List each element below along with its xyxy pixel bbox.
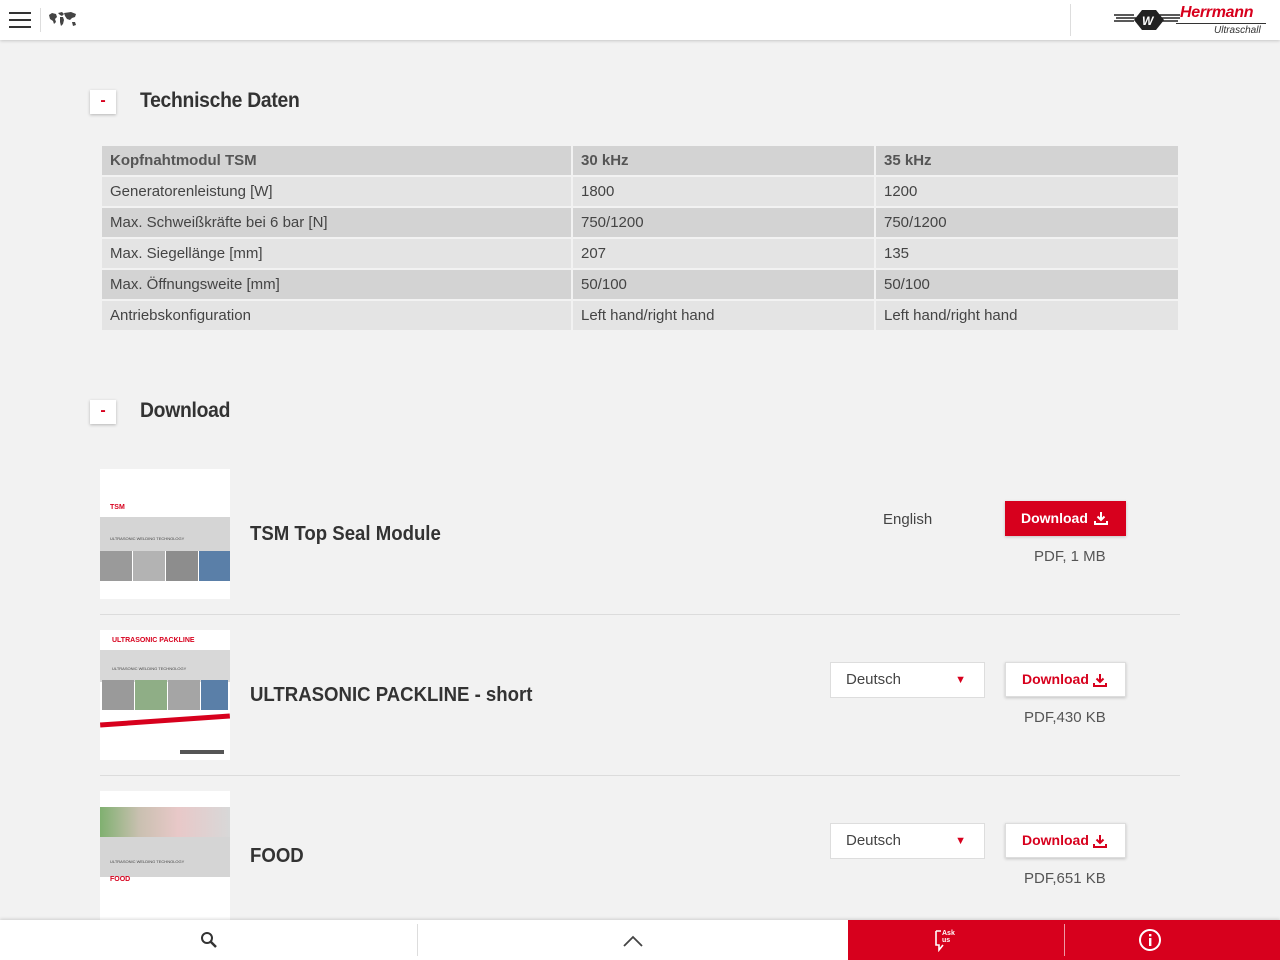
download-button-label: Download [1021,510,1088,526]
technical-data-title: Technische Daten [140,89,300,112]
herrmann-logo[interactable]: W Herrmann Ultraschall [1112,4,1270,38]
table-cell: Max. Schweißkräfte bei 6 bar [N] [102,208,571,237]
top-bar: W Herrmann Ultraschall [0,0,1280,40]
table-cell: 1200 [876,177,1178,206]
download-title: FOOD [250,845,304,867]
language-select[interactable]: Deutsch ▼ [830,823,985,859]
column-header: Kopfnahtmodul TSM [102,146,571,175]
table-cell: 1800 [573,177,874,206]
technical-data-table: Kopfnahtmodul TSM 30 kHz 35 kHz Generato… [100,144,1180,332]
download-title: ULTRASONIC PACKLINE - short [250,684,533,706]
divider [100,775,1180,776]
bottom-bar: Ask us [0,920,1280,960]
brochure-thumbnail[interactable]: ULTRASONIC PACKLINE ULTRASONIC WELDING T… [100,630,230,760]
thumbnail-photo [199,551,230,581]
logo-sub-text: Ultraschall [1214,25,1261,36]
table-row: Max. Siegellänge [mm] 207 135 [102,239,1178,268]
thumbnail-subtitle: ULTRASONIC WELDING TECHNOLOGY [110,536,185,541]
download-icon [1094,512,1108,525]
table-header-row: Kopfnahtmodul TSM 30 kHz 35 kHz [102,146,1178,175]
thumbnail-label: TSM [110,504,125,511]
download-collapse-toggle[interactable]: - [90,400,116,424]
divider [1070,4,1071,36]
contact-bar: Ask us [848,920,1280,960]
download-icon [1093,674,1107,687]
download-title: Download [140,399,231,422]
logo-mark-text: W [1142,14,1155,28]
thumbnail-label: ULTRASONIC PACKLINE [112,637,195,644]
download-button[interactable]: Download [1005,823,1126,858]
download-button-label: Download [1022,832,1089,848]
download-button[interactable]: Download [1005,662,1126,697]
table-cell: Generatorenleistung [W] [102,177,571,206]
table-row: Max. Schweißkräfte bei 6 bar [N] 750/120… [102,208,1178,237]
table-cell: Left hand/right hand [573,301,874,330]
thumbnail-photo [201,680,228,710]
download-item: TSM ULTRASONIC WELDING TECHNOLOGY TSM To… [100,469,1180,599]
language-select[interactable]: Deutsch ▼ [830,662,985,698]
file-info: PDF, 1 MB [1034,548,1106,565]
table-row: Generatorenleistung [W] 1800 1200 [102,177,1178,206]
table-cell: Left hand/right hand [876,301,1178,330]
column-header: 35 kHz [876,146,1178,175]
logo-brand-text: Herrmann [1180,4,1254,21]
ask-us-label: Ask us [942,930,955,944]
thumbnail-photo [100,807,230,837]
thumbnail-band [100,517,230,551]
file-info: PDF,430 KB [1024,709,1106,726]
table-cell: 207 [573,239,874,268]
file-info: PDF,651 KB [1024,870,1106,887]
search-icon[interactable] [200,931,218,949]
info-icon[interactable] [1138,928,1162,952]
caret-down-icon: ▼ [955,674,966,686]
language-label: English [883,511,933,528]
table-cell: 135 [876,239,1178,268]
ask-us-button[interactable]: Ask us [933,928,959,953]
technical-data-collapse-toggle[interactable]: - [90,90,116,114]
brochure-thumbnail[interactable]: TSM ULTRASONIC WELDING TECHNOLOGY [100,469,230,599]
thumbnail-stripe [100,713,230,728]
logo-underline [1176,23,1266,24]
download-button-label: Download [1022,671,1089,687]
thumbnail-photo [100,551,132,581]
download-item: ULTRASONIC PACKLINE ULTRASONIC WELDING T… [100,630,1180,760]
thumbnail-photo [166,551,198,581]
language-select-value: Deutsch [846,832,902,849]
language-select-value: Deutsch [846,671,902,688]
menu-icon[interactable] [9,12,31,28]
logo-mark-icon: W [1114,10,1180,30]
table-cell: 750/1200 [573,208,874,237]
divider [417,924,418,956]
divider [1064,924,1065,956]
table-cell: Max. Öffnungsweite [mm] [102,270,571,299]
column-header: 30 kHz [573,146,874,175]
thumbnail-photo [135,680,167,710]
divider [40,8,41,32]
thumbnail-logo [180,750,224,754]
table-cell: 50/100 [876,270,1178,299]
thumbnail-label: FOOD [110,876,131,883]
chevron-up-icon[interactable] [622,934,644,948]
thumbnail-subtitle: ULTRASONIC WELDING TECHNOLOGY [112,666,187,671]
table-cell: Antriebskonfiguration [102,301,571,330]
table-cell: 750/1200 [876,208,1178,237]
download-item: ULTRASONIC WELDING TECHNOLOGY FOOD FOOD … [100,791,1180,920]
brochure-thumbnail[interactable]: ULTRASONIC WELDING TECHNOLOGY FOOD [100,791,230,920]
table-cell: 50/100 [573,270,874,299]
table-row: Max. Öffnungsweite [mm] 50/100 50/100 [102,270,1178,299]
thumbnail-photo [102,680,134,710]
divider [100,614,1180,615]
thumbnail-band [100,837,230,877]
table-cell: Max. Siegellänge [mm] [102,239,571,268]
world-map-icon[interactable] [47,10,79,30]
download-icon [1093,835,1107,848]
download-button[interactable]: Download [1005,501,1126,536]
caret-down-icon: ▼ [955,835,966,847]
table-row: Antriebskonfiguration Left hand/right ha… [102,301,1178,330]
download-title: TSM Top Seal Module [250,523,441,545]
thumbnail-photo [168,680,200,710]
thumbnail-subtitle: ULTRASONIC WELDING TECHNOLOGY [110,859,185,864]
thumbnail-photo [133,551,165,581]
